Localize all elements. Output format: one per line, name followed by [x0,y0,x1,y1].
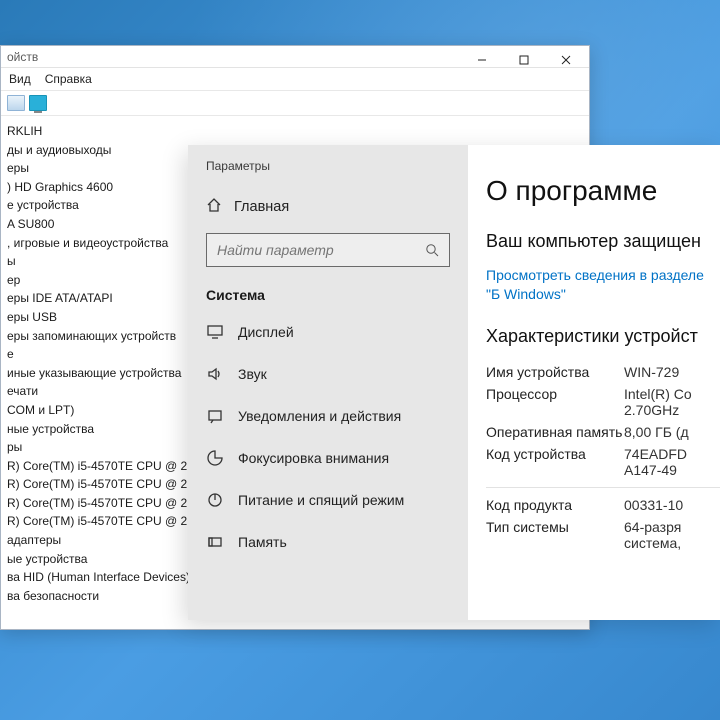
menu-view[interactable]: Вид [9,72,31,86]
sidebar-item-sound[interactable]: Звук [188,353,468,395]
storage-icon [206,533,224,551]
settings-search[interactable] [206,233,450,267]
toolbar-properties-icon[interactable] [7,95,25,111]
notifications-icon [206,407,224,425]
sidebar-item-focus[interactable]: Фокусировка внимания [188,437,468,479]
sidebar-item-display[interactable]: Дисплей [188,311,468,353]
sidebar-item-label: Питание и спящий режим [238,492,404,508]
search-input[interactable] [217,242,425,258]
toolbar-scan-icon[interactable] [29,95,47,111]
menu-help[interactable]: Справка [45,72,92,86]
devmgr-toolbar [1,90,589,116]
maximize-button[interactable] [503,48,545,72]
about-heading: О программе [486,175,720,207]
power-icon [206,491,224,509]
sidebar-item-label: Звук [238,366,267,382]
home-icon [206,197,222,217]
security-link[interactable]: Просмотреть сведения в разделе "Б Window… [486,266,720,304]
specs-heading: Характеристики устройст [486,326,720,347]
spec-ram: Оперативная память 8,00 ГБ (д [486,421,720,443]
sidebar-home-label: Главная [234,199,289,215]
sidebar-item-label: Дисплей [238,324,294,340]
sidebar-item-label: Уведомления и действия [238,408,401,424]
focus-icon [206,449,224,467]
sidebar-item-label: Память [238,534,287,550]
devmgr-titlebar [461,46,589,74]
settings-window: Параметры Главная Система Дисплей Звук У… [188,145,720,620]
sidebar-item-label: Фокусировка внимания [238,450,389,466]
spec-cpu: Процессор Intel(R) Co2.70GHz [486,383,720,421]
sidebar-item-notifications[interactable]: Уведомления и действия [188,395,468,437]
settings-content: О программе Ваш компьютер защищен Просмо… [468,145,720,620]
sidebar-item-memory[interactable]: Память [188,521,468,563]
settings-sidebar: Параметры Главная Система Дисплей Звук У… [188,145,468,620]
search-icon [425,243,439,257]
display-icon [206,323,224,341]
spec-device-name: Имя устройства WIN-729 [486,361,720,383]
sidebar-home[interactable]: Главная [188,187,468,227]
spec-system-type: Тип системы 64-разрясистема, [486,516,720,554]
settings-title: Параметры [188,155,468,187]
close-button[interactable] [545,48,587,72]
sound-icon [206,365,224,383]
sidebar-item-power[interactable]: Питание и спящий режим [188,479,468,521]
protection-status: Ваш компьютер защищен [486,231,720,252]
system-header: Система [188,281,468,311]
spec-product-id: Код продукта 00331-10 [486,494,720,516]
divider [486,487,720,488]
spec-device-id: Код устройства 74EADFDA147-49 [486,443,720,481]
device-tree-item[interactable]: RKLIH [7,122,585,141]
minimize-button[interactable] [461,48,503,72]
